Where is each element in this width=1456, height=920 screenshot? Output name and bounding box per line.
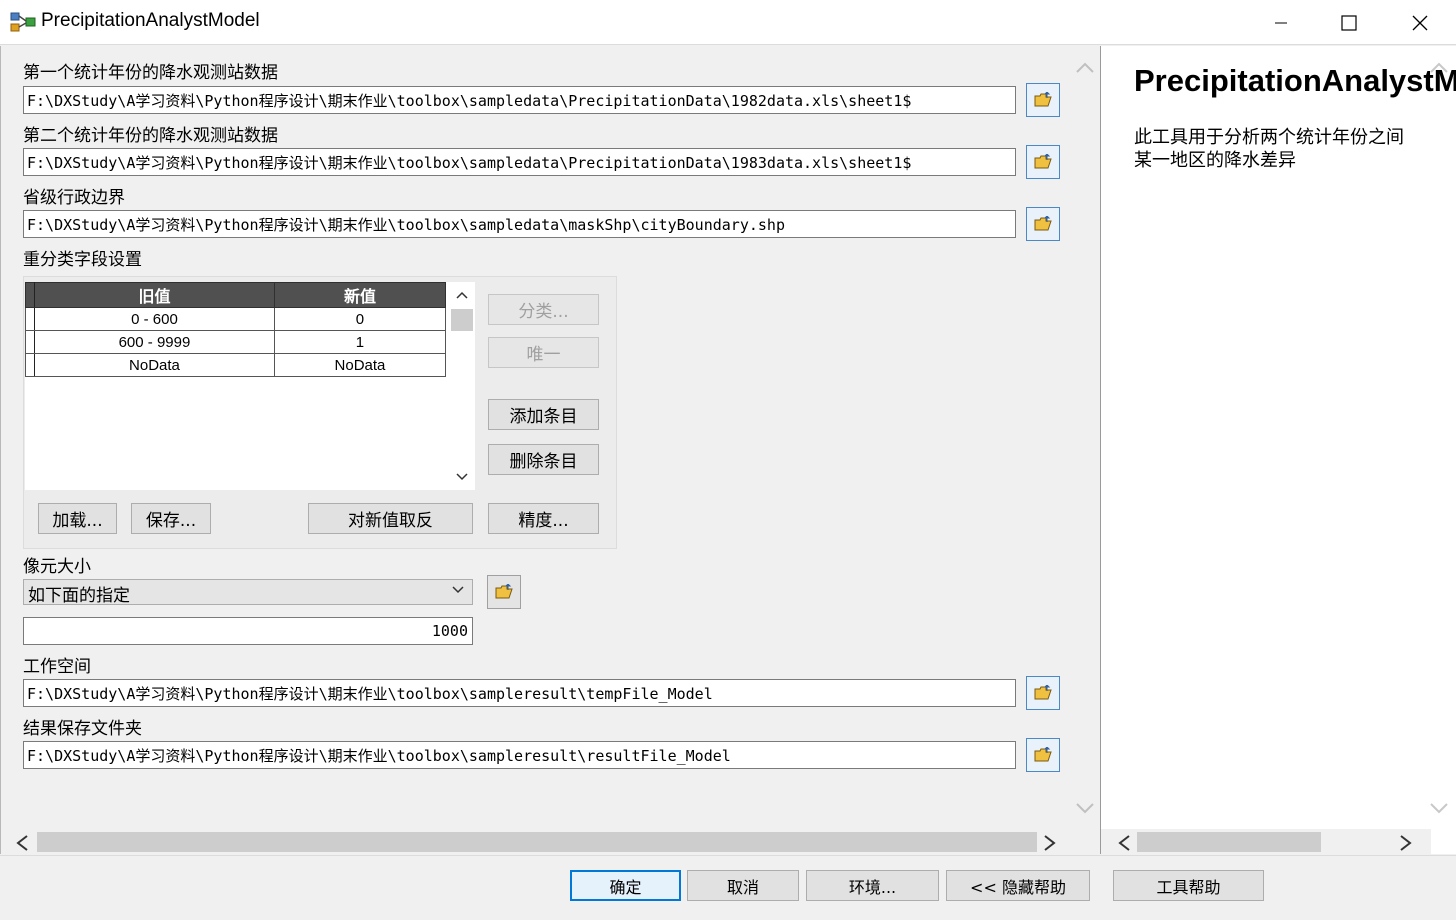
help-horizontal-scrollbar[interactable] <box>1101 829 1431 854</box>
parameters-panel: 第一个统计年份的降水观测站数据 F:\DXStudy\A学习资料\Python程… <box>0 46 1099 855</box>
row-header[interactable] <box>25 307 35 331</box>
scroll-up-arrow[interactable] <box>454 288 470 302</box>
boundary-label: 省级行政边界 <box>23 188 125 208</box>
chevron-right-icon[interactable] <box>1399 834 1413 852</box>
reclass-table: 旧值 新值 0 - 600 0 600 - 9999 1 NoData NoDa… <box>25 282 447 377</box>
help-horizontal-scroll-thumb[interactable] <box>1137 832 1321 852</box>
hide-help-button[interactable]: << 隐藏帮助 <box>946 870 1090 901</box>
boundary-input[interactable]: F:\DXStudy\A学习资料\Python程序设计\期末作业\toolbox… <box>23 210 1016 238</box>
horizontal-scroll-thumb[interactable] <box>37 832 1037 852</box>
save-button[interactable]: 保存... <box>131 503 211 534</box>
help-description: 此工具用于分析两个统计年份之间某一地区的降水差异 <box>1134 127 1404 171</box>
maximize-button[interactable] <box>1326 0 1372 45</box>
cellsize-label: 像元大小 <box>23 557 91 577</box>
cancel-button[interactable]: 取消 <box>687 870 799 901</box>
cellsize-browse-button[interactable] <box>487 575 521 609</box>
scroll-down-arrow[interactable] <box>454 470 470 484</box>
chevron-down-icon <box>456 473 468 481</box>
chevron-left-icon[interactable] <box>1117 834 1131 852</box>
open-folder-icon <box>1034 747 1052 762</box>
output-browse-button[interactable] <box>1026 738 1060 772</box>
row-header-corner <box>25 282 35 308</box>
year1-browse-button[interactable] <box>1026 83 1060 117</box>
model-icon <box>10 12 36 32</box>
classify-button[interactable]: 分类... <box>488 294 599 325</box>
dialog-button-bar: 确定 取消 环境... << 隐藏帮助 工具帮助 <box>0 855 1456 920</box>
help-title: PrecipitationAnalystModel <box>1134 63 1456 98</box>
precision-button[interactable]: 精度... <box>488 503 599 534</box>
row-header[interactable] <box>25 353 35 377</box>
workspace-input[interactable]: F:\DXStudy\A学习资料\Python程序设计\期末作业\toolbox… <box>23 679 1016 707</box>
new-value-cell[interactable]: NoData <box>273 353 447 377</box>
chevron-up-icon <box>456 291 468 299</box>
cellsize-select[interactable]: 如下面的指定 <box>23 579 473 606</box>
title-bar: PrecipitationAnalystModel <box>0 0 1456 45</box>
workspace-browse-button[interactable] <box>1026 676 1060 710</box>
row-header[interactable] <box>25 330 35 354</box>
reclass-label: 重分类字段设置 <box>23 250 142 270</box>
year2-label: 第二个统计年份的降水观测站数据 <box>23 126 278 146</box>
window-title: PrecipitationAnalystModel <box>41 10 260 31</box>
close-button[interactable] <box>1397 0 1443 45</box>
year2-browse-button[interactable] <box>1026 145 1060 179</box>
ok-button[interactable]: 确定 <box>570 870 681 901</box>
table-row[interactable]: 0 - 600 0 <box>25 307 447 331</box>
open-folder-icon <box>495 584 513 599</box>
delete-entry-button[interactable]: 删除条目 <box>488 444 599 475</box>
year1-input[interactable]: F:\DXStudy\A学习资料\Python程序设计\期末作业\toolbox… <box>23 86 1016 114</box>
cellsize-input[interactable]: 1000 <box>23 617 473 645</box>
table-row[interactable]: 600 - 9999 1 <box>25 330 447 354</box>
reclass-table-area: 旧值 新值 0 - 600 0 600 - 9999 1 NoData NoDa… <box>25 282 475 490</box>
chevron-up-icon[interactable] <box>1075 62 1095 74</box>
chevron-down-icon <box>452 586 464 594</box>
old-value-cell[interactable]: NoData <box>34 353 275 377</box>
parameters-horizontal-scrollbar[interactable] <box>11 829 1065 855</box>
old-value-cell[interactable]: 600 - 9999 <box>34 330 275 354</box>
minimize-button[interactable] <box>1258 0 1304 45</box>
workspace-label: 工作空间 <box>23 657 91 677</box>
boundary-browse-button[interactable] <box>1026 207 1060 241</box>
chevron-right-icon[interactable] <box>1043 834 1057 852</box>
open-folder-icon <box>1034 92 1052 107</box>
chevron-down-icon[interactable] <box>1075 802 1095 814</box>
open-folder-icon <box>1034 216 1052 231</box>
chevron-down-icon[interactable] <box>1429 802 1449 814</box>
minimize-icon <box>1275 22 1287 23</box>
output-label: 结果保存文件夹 <box>23 719 142 739</box>
open-folder-icon <box>1034 685 1052 700</box>
output-input[interactable]: F:\DXStudy\A学习资料\Python程序设计\期末作业\toolbox… <box>23 741 1016 769</box>
table-row[interactable]: NoData NoData <box>25 353 447 377</box>
year1-label: 第一个统计年份的降水观测站数据 <box>23 63 278 83</box>
new-value-cell[interactable]: 1 <box>273 330 447 354</box>
old-value-cell[interactable]: 0 - 600 <box>34 307 275 331</box>
environments-button[interactable]: 环境... <box>806 870 939 901</box>
reclass-group: 旧值 新值 0 - 600 0 600 - 9999 1 NoData NoDa… <box>23 276 617 549</box>
maximize-icon <box>1341 14 1357 31</box>
close-icon <box>1412 15 1428 30</box>
reclass-scrollbar[interactable] <box>450 282 474 490</box>
tool-help-button[interactable]: 工具帮助 <box>1113 870 1264 901</box>
help-panel: PrecipitationAnalystModel 此工具用于分析两个统计年份之… <box>1100 46 1456 854</box>
year2-input[interactable]: F:\DXStudy\A学习资料\Python程序设计\期末作业\toolbox… <box>23 148 1016 176</box>
reverse-new-values-button[interactable]: 对新值取反 <box>308 503 473 534</box>
chevron-left-icon[interactable] <box>15 834 29 852</box>
chevron-up-icon[interactable] <box>1429 62 1449 74</box>
open-folder-icon <box>1034 154 1052 169</box>
load-button[interactable]: 加载... <box>38 503 117 534</box>
parameters-vertical-scrollbar[interactable] <box>1071 46 1099 828</box>
new-value-cell[interactable]: 0 <box>273 307 447 331</box>
unique-button[interactable]: 唯一 <box>488 337 599 368</box>
cellsize-selected-value: 如下面的指定 <box>28 586 130 606</box>
column-header-new[interactable]: 新值 <box>273 282 447 308</box>
scroll-thumb[interactable] <box>451 309 473 331</box>
column-header-old[interactable]: 旧值 <box>34 282 275 308</box>
add-entry-button[interactable]: 添加条目 <box>488 399 599 430</box>
